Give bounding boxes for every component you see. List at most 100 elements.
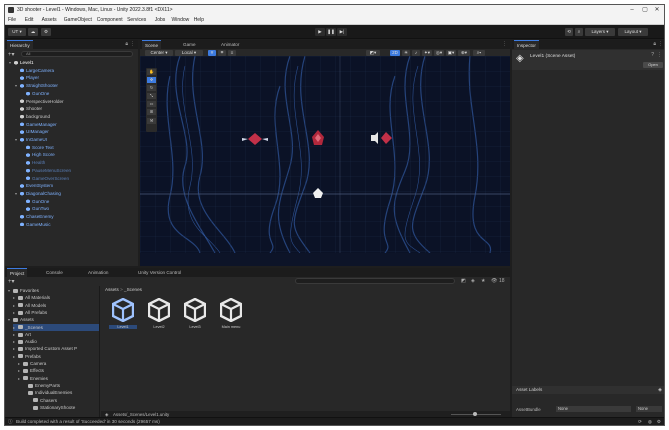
help-icon[interactable]: ?: [651, 52, 654, 58]
hierarchy-item[interactable]: GunOne: [21, 90, 49, 97]
favorite-icon[interactable]: ★: [481, 278, 485, 284]
tab-animation[interactable]: Animation: [85, 268, 111, 277]
enemy-ship-right[interactable]: [368, 130, 394, 146]
scene-viewport[interactable]: [140, 56, 510, 253]
project-tree-item[interactable]: ▸ Effects: [18, 367, 44, 374]
project-tree-item[interactable]: StationaryShoote: [28, 404, 75, 411]
move-tool-icon[interactable]: ✥: [147, 77, 156, 83]
hierarchy-item[interactable]: PauseMenuScreen: [21, 167, 71, 174]
scene-asset[interactable]: Level1: [109, 297, 137, 329]
hierarchy-item[interactable]: LargeCamera: [15, 67, 54, 74]
project-tree-item[interactable]: IndividualEnemies: [23, 389, 72, 396]
hierarchy-item[interactable]: ChaseEnemy: [15, 213, 54, 220]
hierarchy-item[interactable]: GameManager: [15, 121, 57, 128]
hierarchy-item[interactable]: Shooter: [15, 105, 42, 112]
menu-edit[interactable]: Edit: [25, 17, 34, 23]
hierarchy-item[interactable]: ▾ StraightShooter: [15, 82, 58, 89]
filter-label-icon[interactable]: ◈: [471, 278, 475, 284]
project-tree-item[interactable]: EnemyParts: [23, 382, 60, 389]
project-tree-item[interactable]: ▸ All Models: [13, 302, 46, 309]
project-tree-item[interactable]: ▸ Prefabs: [13, 353, 41, 360]
hierarchy-item[interactable]: ▾ DiagonalChasing: [15, 190, 61, 197]
scene-asset[interactable]: Level3: [181, 297, 209, 329]
cloud-icon[interactable]: ☁: [28, 28, 38, 36]
hierarchy-item[interactable]: Player: [15, 74, 39, 81]
hierarchy-item[interactable]: ▾ InGameUI: [15, 136, 47, 143]
project-tree-item[interactable]: ▸ Art: [13, 331, 31, 338]
tab-unity-version-control[interactable]: Unity Version Control: [135, 268, 184, 277]
project-tree-item[interactable]: ▸ Camera: [18, 360, 46, 367]
asset-variant-dropdown[interactable]: None: [636, 406, 662, 412]
layers-dropdown[interactable]: Layers ▾: [585, 28, 615, 36]
hierarchy-search-input[interactable]: All: [21, 51, 133, 57]
more-icon[interactable]: ⋮: [658, 41, 663, 47]
custom-tool-icon[interactable]: ⚒: [147, 118, 156, 124]
scale-tool-icon[interactable]: ⤡: [147, 93, 156, 99]
scene-asset[interactable]: Main menu: [217, 297, 245, 329]
project-tree-item[interactable]: ▸ Audio: [13, 338, 37, 345]
tab-scene[interactable]: Scene: [142, 40, 162, 49]
tab-game[interactable]: Game: [180, 40, 199, 49]
hierarchy-item[interactable]: Score Text: [21, 144, 54, 151]
rotate-tool-icon[interactable]: ↻: [147, 85, 156, 91]
layout-dropdown[interactable]: Layout ▾: [618, 28, 648, 36]
asset-bundle-dropdown[interactable]: None: [556, 406, 631, 412]
breadcrumb-scenes[interactable]: _Scenes: [124, 287, 142, 292]
icon-size-slider[interactable]: [451, 412, 501, 416]
collab-icon[interactable]: ⚙: [41, 28, 51, 36]
hierarchy-item[interactable]: PerspectiveHolder: [15, 98, 64, 105]
menu-component[interactable]: Component: [97, 17, 123, 23]
tab-project[interactable]: Project: [7, 268, 28, 277]
lock-icon[interactable]: 🔒︎: [125, 41, 128, 47]
hierarchy-item[interactable]: GunTwo: [21, 205, 49, 212]
hidden-packages-icon[interactable]: 👁︎: [491, 278, 497, 284]
slider-handle[interactable]: [473, 412, 477, 416]
close-icon[interactable]: ✕: [651, 6, 663, 15]
hierarchy-item[interactable]: GunOne: [21, 198, 49, 205]
more-icon[interactable]: ⋮: [130, 41, 135, 47]
add-icon[interactable]: +▾: [8, 278, 15, 285]
menu-jobs[interactable]: Jobs: [155, 17, 166, 23]
project-tree-item[interactable]: Chasers: [28, 397, 57, 404]
project-tree-item[interactable]: ▸ _Scenes: [13, 323, 99, 331]
open-button[interactable]: Open: [643, 62, 663, 68]
menu-file[interactable]: File: [8, 17, 16, 23]
asset-labels-header[interactable]: Asset Labels: [512, 386, 664, 394]
view-tool-icon[interactable]: ✋: [147, 69, 156, 75]
expand-arrow-icon[interactable]: ▾: [15, 190, 20, 197]
project-tree-item[interactable]: ▾ Assets: [8, 316, 34, 323]
hierarchy-item[interactable]: UIManager: [15, 128, 49, 135]
lock-icon[interactable]: 🔒︎: [653, 41, 656, 47]
add-icon[interactable]: +▾: [8, 51, 15, 58]
transform-tool-icon[interactable]: ⊞: [147, 109, 156, 115]
search-icon[interactable]: ⌕: [575, 28, 583, 36]
breadcrumb-assets[interactable]: Assets: [105, 287, 119, 292]
pause-button[interactable]: ❚❚: [326, 28, 336, 36]
menu-assets[interactable]: Assets: [42, 17, 57, 23]
hierarchy-item[interactable]: Health: [21, 159, 45, 166]
project-tree-item[interactable]: ▸ All Prefabs: [13, 309, 47, 316]
tab-animator[interactable]: Animator: [218, 40, 242, 49]
project-tree-item[interactable]: ▸ Imported Custom Asset P: [13, 345, 77, 352]
menu-window[interactable]: Window: [172, 17, 190, 23]
step-button[interactable]: ▶|: [337, 28, 347, 36]
enemy-ship-left[interactable]: [240, 132, 270, 146]
expand-arrow-icon[interactable]: ▾: [9, 59, 14, 66]
menu-help[interactable]: Help: [194, 17, 204, 23]
hierarchy-item[interactable]: GameOverScreen: [21, 175, 69, 182]
rect-tool-icon[interactable]: ▭: [147, 101, 156, 107]
expand-arrow-icon[interactable]: ▾: [15, 136, 20, 143]
expand-arrow-icon[interactable]: ▾: [15, 82, 20, 89]
hierarchy-item[interactable]: ▾ Level1: [9, 59, 34, 66]
hierarchy-item[interactable]: High Score: [21, 151, 55, 158]
history-icon[interactable]: ⟲: [565, 28, 573, 36]
label-icon[interactable]: ◈: [658, 387, 662, 393]
more-icon[interactable]: ⋮: [502, 41, 507, 47]
tab-hierarchy[interactable]: Hierarchy: [7, 40, 33, 49]
hierarchy-item[interactable]: EventSystem: [15, 182, 53, 189]
scene-asset[interactable]: Level2: [145, 297, 173, 329]
minimize-icon[interactable]: –: [626, 6, 638, 15]
project-tree-item[interactable]: ▸ Enemies: [18, 375, 48, 382]
project-search-input[interactable]: [295, 278, 455, 284]
player-ship[interactable]: [312, 187, 324, 199]
